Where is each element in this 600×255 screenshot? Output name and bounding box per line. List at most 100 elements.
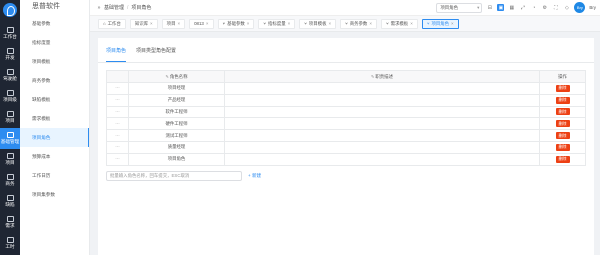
close-icon[interactable]: × bbox=[288, 21, 291, 26]
delete-button[interactable]: 删除 bbox=[555, 84, 570, 92]
role-name-cell[interactable]: 项目角色 bbox=[128, 152, 225, 166]
fullscreen-icon[interactable]: ⛶ bbox=[552, 4, 559, 11]
drag-handle-cell[interactable]: ⋯ bbox=[106, 140, 129, 154]
nav-icon bbox=[6, 195, 14, 201]
rail-item[interactable]: 商务 bbox=[0, 170, 20, 191]
close-icon[interactable]: × bbox=[328, 21, 331, 26]
role-desc-cell[interactable] bbox=[224, 93, 540, 107]
role-name-cell[interactable]: 产品经理 bbox=[128, 93, 225, 107]
role-desc-cell[interactable] bbox=[224, 140, 540, 154]
sidebar-item[interactable]: 指标度量 bbox=[20, 33, 89, 52]
tab[interactable]: ⌂ 工作台 bbox=[98, 18, 126, 29]
breadcrumb-item[interactable]: 基础管理 bbox=[104, 4, 124, 11]
sidebar-item[interactable]: 商务参数 bbox=[20, 71, 89, 90]
drag-handle-cell[interactable]: ⋯ bbox=[106, 82, 129, 95]
role-name-cell[interactable]: 测试工程师 bbox=[128, 129, 225, 142]
delete-button[interactable]: 删除 bbox=[555, 155, 570, 163]
drag-handle-cell[interactable]: ⋯ bbox=[106, 105, 129, 119]
drag-handle-icon[interactable]: ⋯ bbox=[115, 121, 120, 126]
tab[interactable]: ⑂ 指标度量 × bbox=[258, 18, 296, 29]
rail-item[interactable]: 项目级 bbox=[0, 86, 20, 107]
rail-item[interactable]: 项目 bbox=[0, 107, 20, 128]
table-row: ⋯ 项目经理 删除 bbox=[106, 82, 586, 95]
layout-icon[interactable]: ▣ bbox=[497, 4, 505, 11]
tab[interactable]: 知识库 × bbox=[129, 18, 158, 29]
drag-handle-icon[interactable]: ⋯ bbox=[115, 156, 120, 161]
role-desc-cell[interactable] bbox=[224, 152, 540, 166]
role-name-cell[interactable]: 硬件工程师 bbox=[128, 117, 225, 131]
nav-icon bbox=[6, 132, 14, 138]
tab[interactable]: ⑂ 基础参数 × bbox=[217, 18, 255, 29]
close-icon[interactable]: × bbox=[410, 21, 413, 26]
role-name-cell[interactable]: 质量经理 bbox=[128, 140, 225, 154]
batch-add-input[interactable]: 批量输入角色名称，回车提交，ESC取消 bbox=[106, 170, 242, 181]
avatar[interactable]: Bry bbox=[574, 2, 586, 13]
calendar-icon[interactable]: ▦ bbox=[508, 4, 515, 11]
role-desc-cell[interactable] bbox=[224, 105, 540, 119]
rail-item-label: 工时 bbox=[5, 244, 15, 249]
tab[interactable]: ⑂ 项目角色 × bbox=[421, 18, 459, 29]
pin-icon[interactable]: ⤢ bbox=[519, 4, 526, 11]
settings-icon[interactable]: ⚙ bbox=[541, 4, 548, 11]
rail-item[interactable]: 驾驶舱 bbox=[0, 65, 20, 86]
add-role-button[interactable]: + 新建 bbox=[248, 173, 261, 179]
sidebar-item[interactable]: 项目角色 bbox=[20, 128, 89, 147]
rail-item[interactable]: 工时 bbox=[0, 233, 20, 254]
role-desc-cell[interactable] bbox=[224, 129, 540, 142]
drag-handle-cell[interactable]: ⋯ bbox=[106, 117, 129, 131]
delete-button[interactable]: 删除 bbox=[555, 143, 570, 151]
tab[interactable]: ⑂ 商务参数 × bbox=[340, 18, 377, 29]
close-icon[interactable]: × bbox=[451, 21, 454, 26]
bell-icon[interactable]: ◔ bbox=[530, 4, 537, 11]
drag-handle-cell[interactable]: ⋯ bbox=[106, 129, 129, 142]
theme-icon[interactable]: ◇ bbox=[563, 4, 570, 11]
close-icon[interactable]: × bbox=[177, 21, 180, 26]
sidebar-item[interactable]: 预算成本 bbox=[20, 147, 89, 166]
table-row: ⋯ 软件工程师 删除 bbox=[106, 105, 586, 119]
tab[interactable]: 项目 × bbox=[161, 18, 186, 29]
close-icon[interactable]: × bbox=[206, 21, 209, 26]
rail-item[interactable]: 工作台 bbox=[0, 23, 20, 44]
table-row: ⋯ 测试工程师 删除 bbox=[106, 129, 586, 142]
drag-handle-cell[interactable]: ⋯ bbox=[106, 152, 129, 166]
tab[interactable]: ⑂ 项目模板 × bbox=[299, 18, 337, 29]
delete-button[interactable]: 删除 bbox=[555, 132, 570, 140]
drag-handle-cell[interactable]: ⋯ bbox=[106, 93, 129, 107]
delete-button[interactable]: 删除 bbox=[555, 108, 570, 116]
operation-cell: 删除 bbox=[539, 82, 586, 95]
role-desc-cell[interactable] bbox=[224, 117, 540, 131]
close-icon[interactable]: × bbox=[247, 21, 250, 26]
sidebar-item[interactable]: 项目集参数 bbox=[20, 185, 89, 204]
close-icon[interactable]: × bbox=[150, 21, 153, 26]
rail-item[interactable]: 开发 bbox=[0, 44, 20, 65]
drag-handle-icon[interactable]: ⋯ bbox=[115, 97, 120, 102]
subtab[interactable]: 项目类型角色配置 bbox=[136, 47, 176, 62]
sidebar-item[interactable]: 项目模板 bbox=[20, 52, 89, 71]
sidebar-item[interactable]: 基础参数 bbox=[20, 14, 89, 33]
rail-item[interactable]: 需求 bbox=[0, 212, 20, 233]
collapse-sidebar-icon[interactable]: » bbox=[94, 5, 104, 11]
drag-handle-icon[interactable]: ⋯ bbox=[115, 133, 120, 138]
role-name-cell[interactable]: 软件工程师 bbox=[128, 105, 225, 119]
subtab[interactable]: 项目角色 bbox=[106, 47, 127, 62]
delete-button[interactable]: 删除 bbox=[555, 120, 570, 128]
username[interactable]: Bry bbox=[589, 5, 596, 10]
drag-handle-icon[interactable]: ⋯ bbox=[115, 144, 120, 149]
role-name-cell[interactable]: 项目经理 bbox=[128, 82, 225, 95]
tab[interactable]: 0813 × bbox=[189, 18, 214, 29]
tab[interactable]: ⑂ 需求模板 × bbox=[380, 18, 418, 29]
rail-item[interactable]: 基础管理 bbox=[0, 128, 20, 149]
role-desc-cell[interactable] bbox=[224, 82, 540, 95]
drag-handle-icon[interactable]: ⋯ bbox=[115, 85, 120, 90]
drag-handle-icon[interactable]: ⋯ bbox=[115, 109, 120, 114]
close-icon[interactable]: × bbox=[369, 21, 372, 26]
sidebar-item[interactable]: 需求模板 bbox=[20, 109, 89, 128]
grid-icon[interactable]: ⊟ bbox=[486, 4, 493, 11]
sidebar-item[interactable]: 工作日历 bbox=[20, 166, 89, 185]
rail-item[interactable]: 缺陷 bbox=[0, 191, 20, 212]
sidebar-item[interactable]: 缺陷模板 bbox=[20, 90, 89, 109]
role-select[interactable]: 项目角色 bbox=[436, 2, 483, 13]
nav-icon bbox=[6, 48, 14, 54]
rail-item[interactable]: 项目 bbox=[0, 149, 20, 170]
delete-button[interactable]: 删除 bbox=[555, 96, 570, 104]
